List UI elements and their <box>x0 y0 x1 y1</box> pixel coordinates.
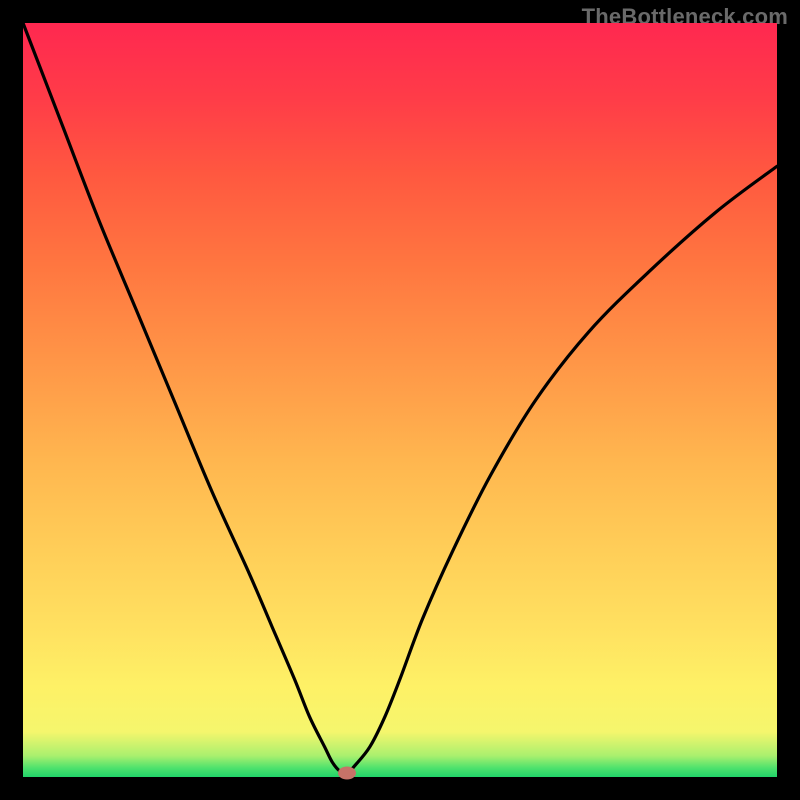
curve-path <box>23 23 777 774</box>
chart-frame: TheBottleneck.com <box>0 0 800 800</box>
bottleneck-curve <box>23 23 777 777</box>
plot-area <box>23 23 777 777</box>
minimum-marker <box>338 767 356 780</box>
